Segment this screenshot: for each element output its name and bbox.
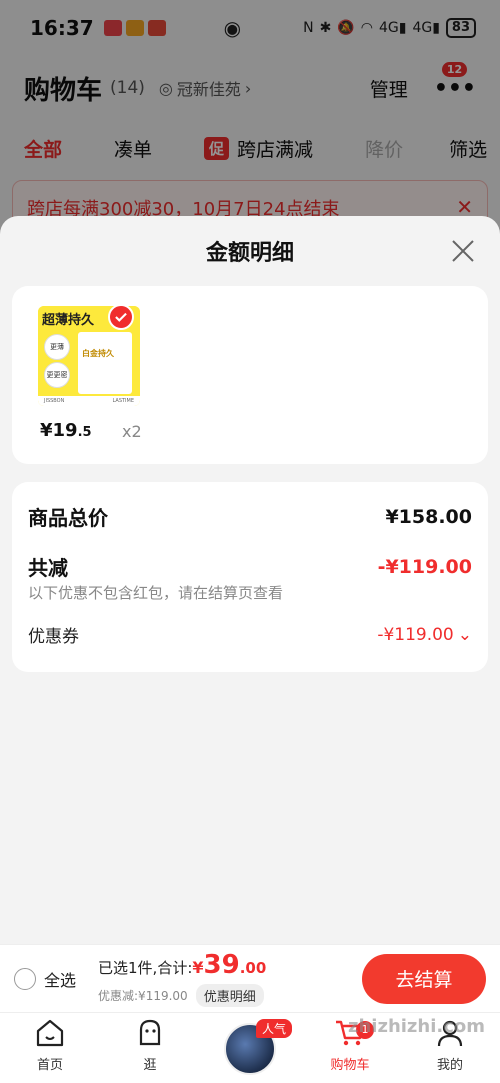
hot-tag: 人气 (256, 1019, 293, 1038)
nav-hot[interactable]: 人气 (200, 1013, 300, 1083)
thumb-box (78, 332, 132, 394)
total-label: 商品总价 (28, 506, 108, 530)
checkout-total-line: 已选1件,合计: ¥39.00 (98, 950, 266, 980)
product-price: ¥19.5 (40, 420, 92, 441)
product-quantity: x2 (122, 422, 142, 441)
total-int: 39 (203, 950, 240, 980)
price-summary-card: 商品总价 ¥158.00 共减 -¥119.00 以下优惠不包含红包，请在结算页… (12, 482, 488, 672)
thumb-footer: JISSBON LASTIME (38, 396, 140, 406)
coupon-value: -¥119.00 ⌄ (377, 625, 472, 645)
check-icon (108, 304, 134, 330)
nav-label: 逛 (143, 1058, 157, 1073)
nav-browse[interactable]: 逛 (100, 1013, 200, 1083)
total-dec: .00 (239, 959, 267, 977)
watermark: zhizhizhi.com (348, 1016, 486, 1037)
coupon-row[interactable]: 优惠券 -¥119.00 ⌄ (28, 622, 472, 648)
nav-label: 购物车 (330, 1058, 370, 1073)
product-card: 超薄持久 白金持久 更薄20% 更更密 JISSBON LASTIME ¥19.… (12, 286, 488, 464)
chevron-down-icon: ⌄ (457, 624, 472, 645)
thumb-brand: JISSBON (44, 398, 65, 404)
amount-detail-sheet: 金额明细 超薄持久 白金持久 更薄20% 更更密 JISSBON LASTIME… (0, 216, 500, 944)
nav-label: 我的 (436, 1058, 463, 1073)
discount-detail-button[interactable]: 优惠明细 (195, 984, 264, 1007)
select-all-label[interactable]: 全选 (44, 967, 76, 991)
checkout-info: 已选1件,合计: ¥39.00 优惠减:¥119.00 优惠明细 (98, 950, 266, 1007)
total-currency: ¥ (192, 958, 204, 977)
price-int: 19 (52, 420, 78, 441)
thumb-brand: LASTIME (112, 398, 135, 404)
total-row: 商品总价 ¥158.00 (28, 502, 472, 531)
discount-value: -¥119.00 (377, 555, 472, 578)
sheet-title: 金额明细 (205, 241, 294, 266)
nav-label: 首页 (36, 1058, 63, 1073)
checkout-discount-line: 优惠减:¥119.00 优惠明细 (98, 984, 266, 1007)
selected-text: 已选1件,合计: (98, 959, 193, 977)
home-icon (36, 1019, 64, 1047)
total-value: ¥158.00 (385, 505, 472, 528)
thumb-box-label: 白金持久 (82, 349, 114, 358)
nav-home[interactable]: 首页 (0, 1013, 100, 1083)
discount-label: 共减 (28, 556, 68, 580)
price-symbol: ¥ (40, 420, 53, 441)
checkout-button[interactable]: 去结算 (362, 953, 486, 1004)
sheet-header: 金额明细 (0, 216, 500, 286)
browse-icon (139, 1019, 161, 1046)
thumb-badge: 更更密 (44, 362, 70, 388)
coupon-label: 优惠券 (28, 627, 79, 647)
discount-row: 共减 -¥119.00 (28, 552, 472, 581)
checkout-total: ¥39.00 (192, 950, 266, 980)
coupon-amount: -¥119.00 (377, 624, 454, 645)
select-all-checkbox[interactable] (14, 967, 36, 990)
close-icon[interactable] (448, 236, 478, 266)
price-dec: .5 (77, 425, 92, 440)
discount-note: 以下优惠不包含红包，请在结算页查看 (28, 584, 284, 602)
discount-text: 优惠减:¥119.00 (98, 989, 188, 1003)
thumb-badge: 更薄20% (44, 334, 70, 375)
checkout-bar: 全选 已选1件,合计: ¥39.00 优惠减:¥119.00 优惠明细 去结算 (0, 944, 500, 1012)
